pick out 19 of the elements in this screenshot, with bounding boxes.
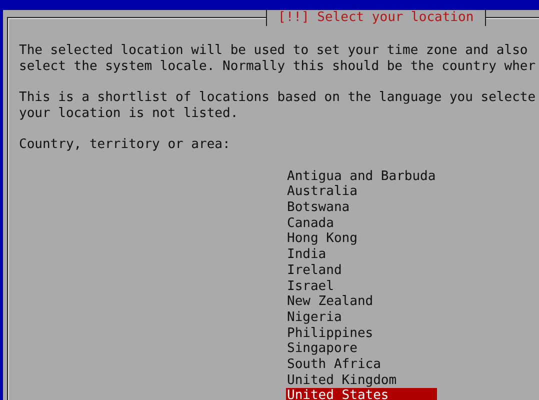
country-option[interactable]: Australia xyxy=(286,184,437,200)
country-option[interactable]: South Africa xyxy=(286,357,437,373)
country-option[interactable]: Antigua and Barbuda xyxy=(286,168,437,184)
country-option[interactable]: Botswana xyxy=(286,200,437,216)
description-text: This is a shortlist of locations based on the language you selecte your location is not listed. xyxy=(19,90,537,122)
country-option[interactable]: India xyxy=(286,247,437,263)
prompt-label: Country, territory or area: xyxy=(19,137,232,153)
country-option[interactable]: United States xyxy=(286,388,437,400)
country-option[interactable]: Nigeria xyxy=(286,310,437,326)
country-option[interactable]: Hong Kong xyxy=(286,231,437,248)
country-option[interactable]: New Zealand xyxy=(286,294,437,310)
dialog-title: [!!] Select your location xyxy=(266,10,486,26)
country-option[interactable]: Philippines xyxy=(286,326,437,342)
description-text: The selected location will be used to set your time zone and also select the system locale. Normally this should be the country wher xyxy=(19,43,537,74)
country-option[interactable]: Canada xyxy=(286,216,437,232)
country-option[interactable]: United Kingdom xyxy=(286,372,437,388)
country-option[interactable]: Israel xyxy=(286,278,437,294)
country-option[interactable]: Singapore xyxy=(286,341,437,358)
country-option[interactable]: Ireland xyxy=(286,262,437,278)
